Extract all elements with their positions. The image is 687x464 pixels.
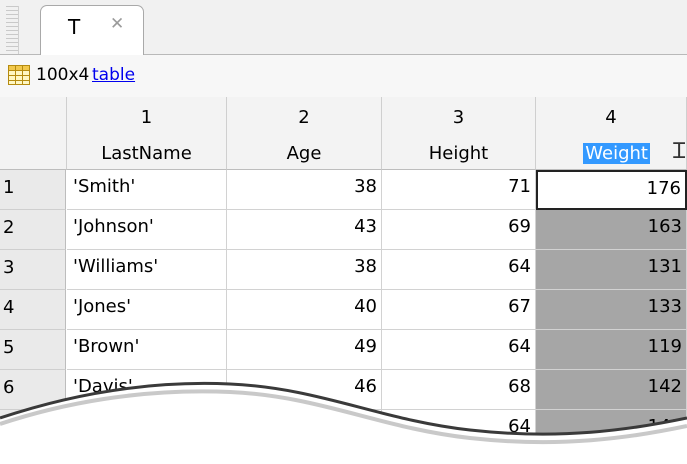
- variable-editor-window: T ✕ 100x4 table 1 LastName 2 Age 3 Heigh…: [0, 0, 687, 464]
- torn-edge: [0, 381, 687, 464]
